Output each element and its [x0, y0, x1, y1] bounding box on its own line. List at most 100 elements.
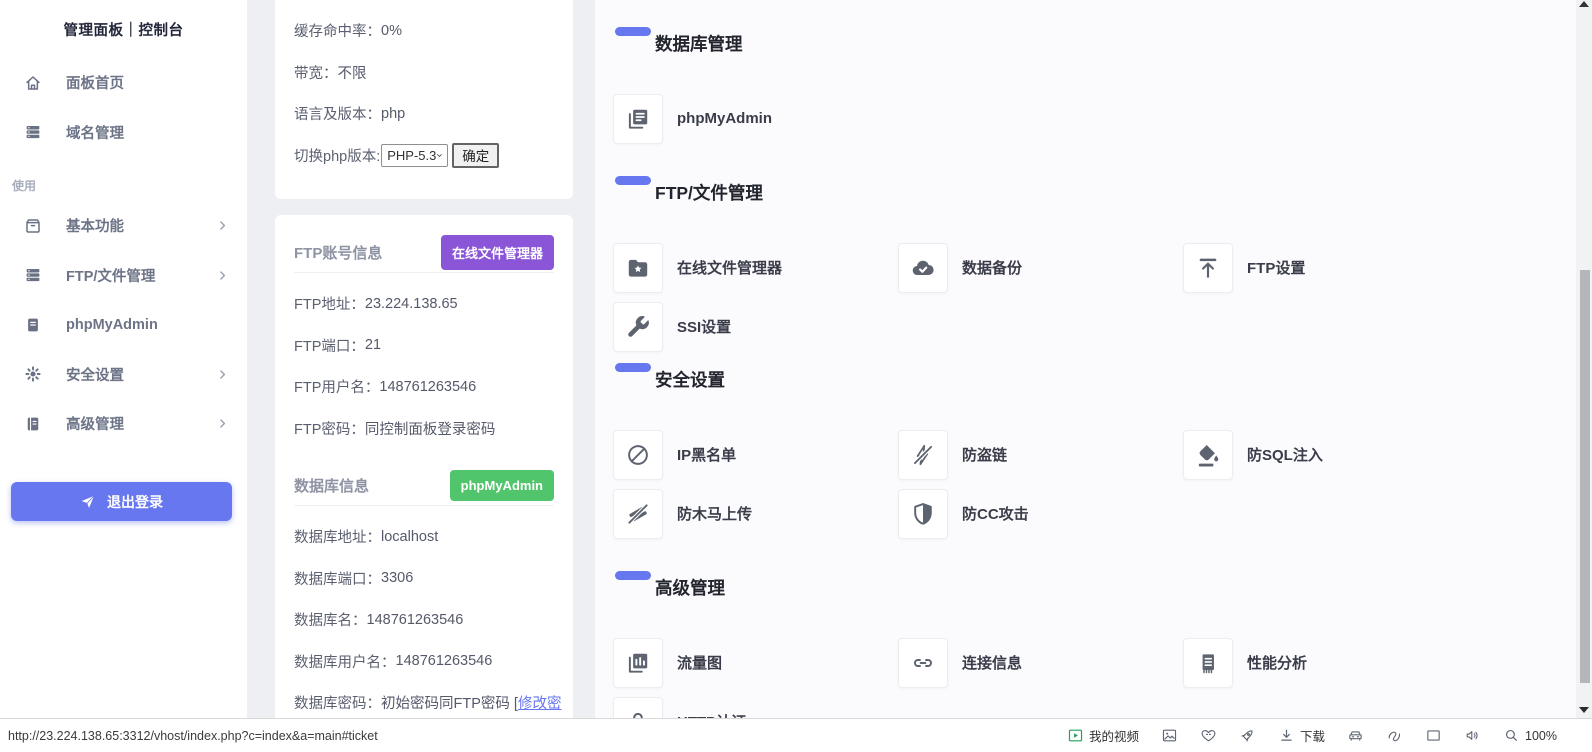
- confirm-button[interactable]: 确定: [452, 143, 499, 168]
- feature-item[interactable]: HTTP认证: [613, 692, 898, 718]
- statusbar-tool-rocket[interactable]: [1228, 727, 1267, 744]
- gear-icon: [24, 365, 42, 383]
- magnifier-icon: [1503, 727, 1520, 744]
- feature-label: 防SQL注入: [1247, 444, 1323, 465]
- feature-tile[interactable]: [898, 430, 948, 480]
- rocket-icon: [1239, 727, 1256, 744]
- feature-item[interactable]: 连接信息: [898, 633, 1183, 692]
- feature-label: 性能分析: [1247, 652, 1307, 673]
- feature-item[interactable]: 数据备份: [898, 238, 1183, 297]
- gesture-icon: [1386, 727, 1403, 744]
- feature-tile[interactable]: [898, 489, 948, 539]
- feature-item[interactable]: FTP设置: [1183, 238, 1468, 297]
- feature-tile[interactable]: [613, 430, 663, 480]
- info-label: 数据库密码：: [294, 692, 381, 713]
- overview-rows: 缓存命中率：0%带宽：不限语言及版本：php: [275, 10, 573, 135]
- chevron-right-icon: [216, 368, 229, 381]
- sidebar-item[interactable]: 域名管理: [0, 108, 247, 158]
- feature-label: 数据备份: [962, 257, 1022, 278]
- sidebar-item[interactable]: 面板首页: [0, 58, 247, 108]
- feature-tile[interactable]: [613, 697, 663, 719]
- scrollbar-track[interactable]: [1576, 0, 1592, 718]
- feature-tile[interactable]: [613, 489, 663, 539]
- info-row: 数据库地址：localhost: [294, 516, 554, 558]
- shield-icon: [910, 501, 936, 527]
- card-section-rows: 数据库地址：localhost数据库端口：3306数据库名：1487612635…: [294, 516, 554, 724]
- cloud-check-icon: [910, 255, 936, 281]
- info-value: 23.224.138.65: [365, 296, 458, 312]
- status-bar-tools: 我的视频 下载 100%: [1056, 726, 1592, 745]
- sidebar-item[interactable]: 高级管理: [0, 399, 247, 449]
- info-value: 148761263546: [396, 653, 493, 669]
- section-title: 高级管理: [655, 577, 725, 599]
- statusbar-tool-window[interactable]: [1414, 727, 1453, 744]
- section-title: 数据库管理: [655, 33, 743, 55]
- feature-tile[interactable]: [1183, 243, 1233, 293]
- divider: [294, 272, 554, 273]
- sidebar-item[interactable]: phpMyAdmin: [0, 300, 247, 350]
- feature-tile[interactable]: [1183, 638, 1233, 688]
- feature-tile[interactable]: [613, 243, 663, 293]
- heart-icon: [1200, 727, 1217, 744]
- sidebar-item[interactable]: 基本功能: [0, 201, 247, 251]
- sidebar-item[interactable]: FTP/文件管理: [0, 251, 247, 301]
- feature-item[interactable]: SSI设置: [613, 297, 898, 356]
- feature-tile[interactable]: [613, 302, 663, 352]
- statusbar-tool-heart[interactable]: [1189, 727, 1228, 744]
- feature-tile[interactable]: [613, 94, 663, 144]
- feature-item[interactable]: 防SQL注入: [1183, 425, 1468, 484]
- feature-item[interactable]: phpMyAdmin: [613, 89, 898, 148]
- ink-drop-icon: [1195, 442, 1221, 468]
- card-section-title: 数据库信息: [294, 475, 369, 496]
- file-manager-button[interactable]: 在线文件管理器: [441, 235, 554, 270]
- info-label: 数据库用户名：: [294, 651, 396, 672]
- feature-item[interactable]: 防盗链: [898, 425, 1183, 484]
- info-label: FTP地址：: [294, 293, 365, 314]
- logout-button[interactable]: 退出登录: [11, 482, 232, 521]
- info-value: 21: [365, 337, 381, 353]
- sidebar-item[interactable]: 安全设置: [0, 350, 247, 400]
- feature-tile[interactable]: [613, 638, 663, 688]
- feature-item[interactable]: 性能分析: [1183, 633, 1468, 692]
- feature-label: 防CC攻击: [962, 503, 1029, 524]
- info-row: 数据库用户名：148761263546: [294, 641, 554, 683]
- scrollbar-thumb[interactable]: [1580, 270, 1590, 683]
- layers-slash-icon: [625, 501, 651, 527]
- feature-tile[interactable]: [1183, 430, 1233, 480]
- change-password-link[interactable]: 修改密: [518, 692, 562, 713]
- chevron-right-icon: [216, 269, 229, 282]
- info-label: FTP端口：: [294, 335, 365, 356]
- section-grid: IP黑名单防盗链 防SQL注入防木马上传 防CC攻击: [613, 425, 1468, 543]
- statusbar-tool-play-video[interactable]: 我的视频: [1056, 726, 1150, 745]
- sidebar-item-label: phpMyAdmin: [66, 317, 229, 333]
- ban-icon: [625, 442, 651, 468]
- info-value: 同控制面板登录密码: [365, 418, 496, 439]
- info-value: 148761263546: [379, 379, 476, 395]
- feature-tile[interactable]: [898, 243, 948, 293]
- info-row: 数据库名：148761263546: [294, 599, 554, 641]
- php-version-select[interactable]: PHP-5.3: [381, 144, 448, 167]
- feature-item[interactable]: 流量图: [613, 633, 898, 692]
- lock-icon: [625, 709, 651, 719]
- phpmyadmin-button[interactable]: phpMyAdmin: [450, 470, 554, 501]
- section-grid: phpMyAdmin: [613, 89, 1468, 148]
- sidebar-item-label: 高级管理: [66, 413, 216, 434]
- image-icon: [1161, 727, 1178, 744]
- section-title: 安全设置: [655, 369, 725, 391]
- feature-item[interactable]: 在线文件管理器: [613, 238, 898, 297]
- statusbar-tool-image[interactable]: [1150, 727, 1189, 744]
- statusbar-tool-magnifier[interactable]: 100%: [1492, 727, 1568, 744]
- info-value: 初始密码同FTP密码 [: [381, 692, 518, 713]
- overview-card: 缓存命中率：0%带宽：不限语言及版本：php 切换php版本: PHP-5.3 …: [275, 0, 573, 199]
- info-label: 语言及版本：: [294, 103, 381, 124]
- scroll-down-button[interactable]: [1579, 707, 1589, 713]
- feature-item[interactable]: IP黑名单: [613, 425, 898, 484]
- statusbar-tool-speaker[interactable]: [1453, 727, 1492, 744]
- statusbar-tool-download[interactable]: 下载: [1267, 726, 1336, 745]
- scroll-up-button[interactable]: [1579, 1, 1589, 7]
- feature-tile[interactable]: [898, 638, 948, 688]
- feature-item[interactable]: 防CC攻击: [898, 484, 1183, 543]
- feature-item[interactable]: 防木马上传: [613, 484, 898, 543]
- statusbar-tool-car[interactable]: [1336, 727, 1375, 744]
- statusbar-tool-gesture[interactable]: [1375, 727, 1414, 744]
